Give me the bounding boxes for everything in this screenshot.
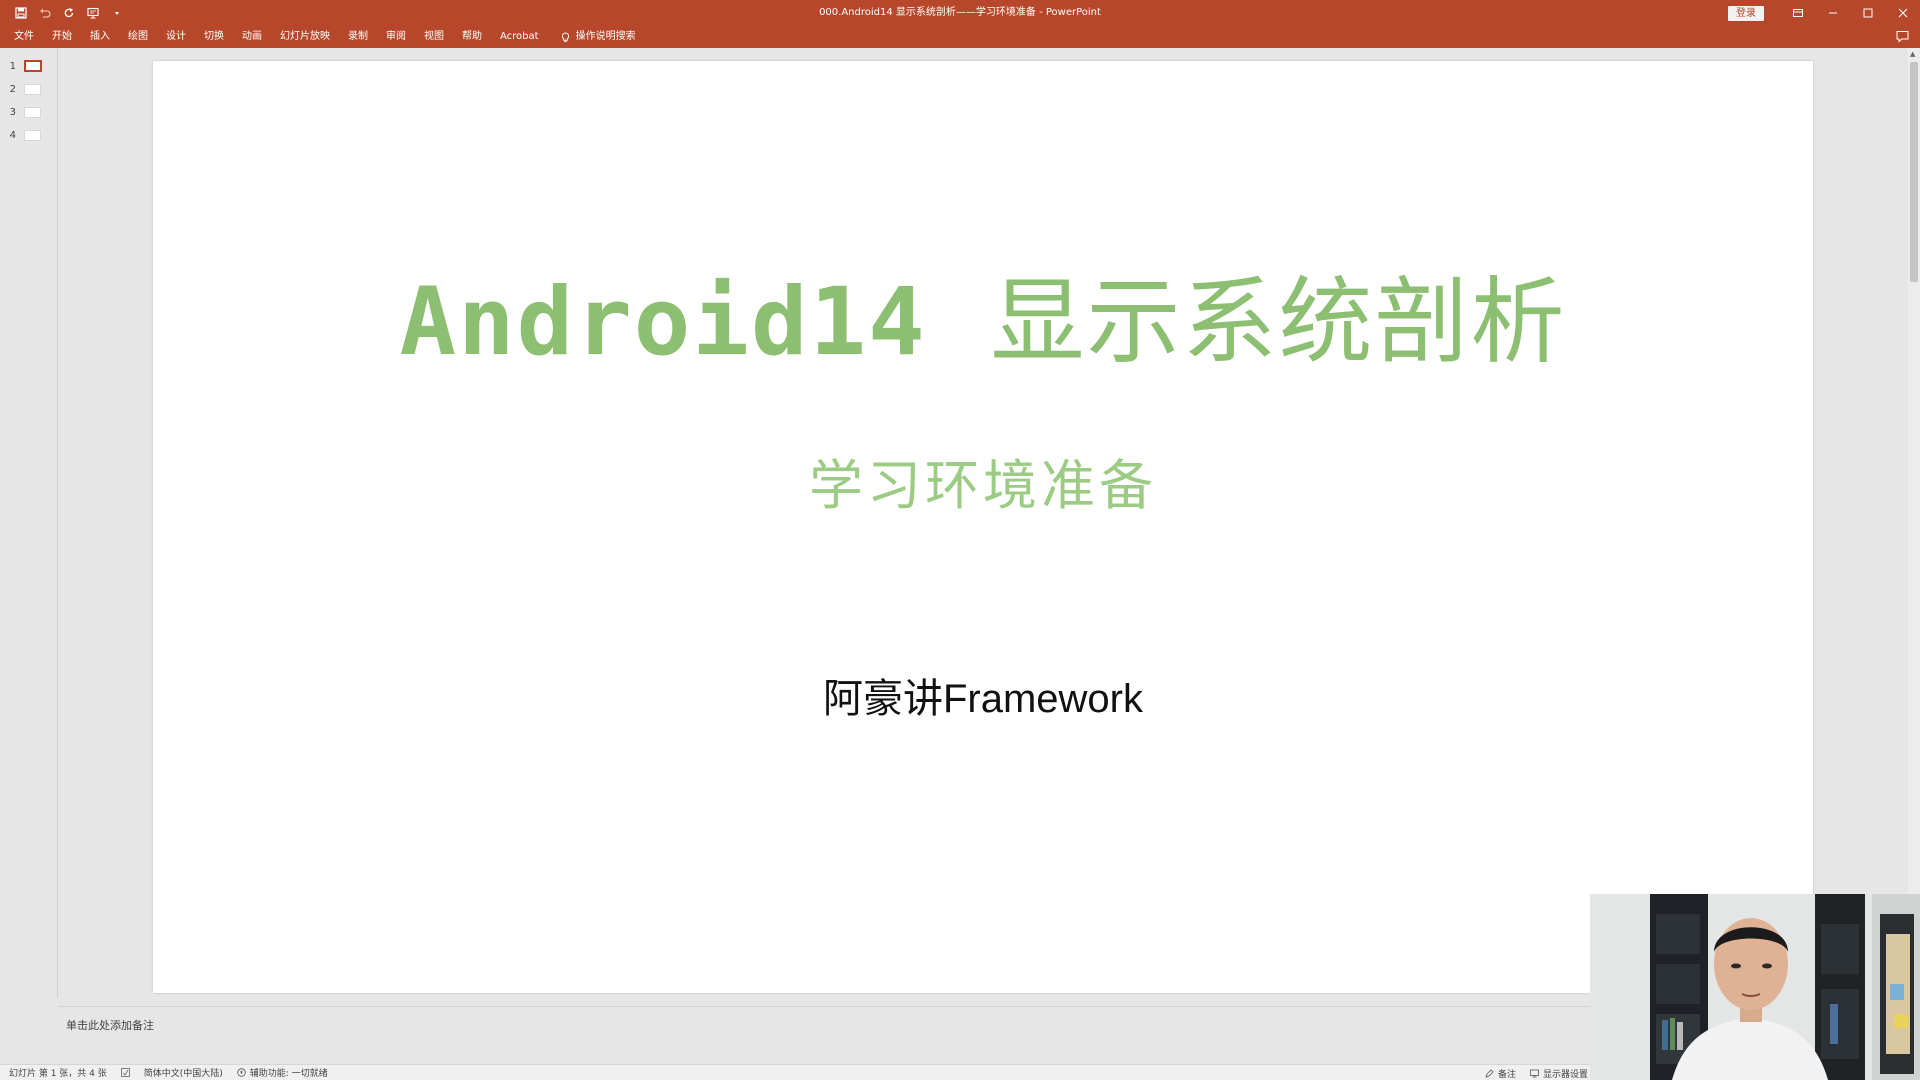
close-icon[interactable] xyxy=(1885,0,1920,26)
tell-me-label: 操作说明搜索 xyxy=(575,31,636,42)
undo-icon[interactable] xyxy=(38,6,52,20)
vertical-scrollbar[interactable]: ▲ xyxy=(1908,48,1920,998)
slide-thumbnail[interactable]: 1 xyxy=(0,56,58,76)
lightbulb-icon xyxy=(561,31,569,42)
slide-number: 4 xyxy=(9,129,16,141)
comments-icon[interactable] xyxy=(1896,30,1910,44)
tab-home[interactable]: 开始 xyxy=(43,26,81,48)
scrollbar-thumb[interactable] xyxy=(1910,62,1918,282)
slide-number: 2 xyxy=(9,83,16,95)
tab-record[interactable]: 录制 xyxy=(339,26,377,48)
slide-title-english: Android14 xyxy=(399,268,927,377)
tab-insert[interactable]: 插入 xyxy=(81,26,119,48)
present-icon[interactable] xyxy=(86,6,100,20)
tab-help[interactable]: 帮助 xyxy=(453,26,491,48)
tell-me-search[interactable]: 操作说明搜索 xyxy=(548,26,636,48)
slide-count-status: 幻灯片 第 1 张，共 4 张 xyxy=(9,1069,107,1079)
slide-thumbnails-pane: 1 2 3 4 xyxy=(0,48,58,998)
tab-design[interactable]: 设计 xyxy=(157,26,195,48)
slide-thumbnail[interactable]: 3 xyxy=(0,102,58,122)
tab-slideshow[interactable]: 幻灯片放映 xyxy=(271,26,339,48)
slide-author[interactable]: 阿豪讲Framework xyxy=(153,666,1813,724)
ribbon-display-options-icon[interactable] xyxy=(1780,0,1815,26)
tab-file[interactable]: 文件 xyxy=(0,26,43,48)
save-icon[interactable] xyxy=(14,6,28,20)
slide-thumbnail-preview xyxy=(24,60,42,72)
notes-placeholder: 单击此处添加备注 xyxy=(66,1019,154,1032)
webcam-overlay xyxy=(1590,894,1920,1080)
customize-qat-icon[interactable] xyxy=(110,6,124,20)
redo-icon[interactable] xyxy=(62,6,76,20)
presenter-video-image xyxy=(1590,894,1920,1080)
tab-review[interactable]: 审阅 xyxy=(377,26,415,48)
notes-toggle-button[interactable]: 备注 xyxy=(1476,1067,1523,1080)
tab-animations[interactable]: 动画 xyxy=(233,26,271,48)
slide-canvas[interactable]: Android14 显示系统剖析 学习环境准备 阿豪讲Framework xyxy=(153,61,1813,993)
slide-thumbnail[interactable]: 2 xyxy=(0,79,58,99)
slide-title-chinese: 显示系统剖析 xyxy=(990,268,1567,377)
quick-access-toolbar xyxy=(0,0,124,26)
slide-thumbnail-preview xyxy=(24,129,41,141)
tab-acrobat[interactable]: Acrobat xyxy=(491,26,548,48)
minimize-icon[interactable] xyxy=(1815,0,1850,26)
slide-thumbnail[interactable]: 4 xyxy=(0,125,58,145)
accessibility-label: 辅助功能: 一切就绪 xyxy=(249,1069,328,1079)
slide-title[interactable]: Android14 显示系统剖析 xyxy=(153,246,1813,382)
slide-thumbnail-preview xyxy=(24,83,41,95)
slide-thumbnail-preview xyxy=(24,106,41,118)
document-title: 000.Android14 显示系统剖析——学习环境准备 - PowerPoin… xyxy=(819,7,1101,18)
slide-number: 3 xyxy=(9,106,16,118)
accessibility-status[interactable]: 辅助功能: 一切就绪 xyxy=(230,1066,335,1079)
tab-draw[interactable]: 绘图 xyxy=(119,26,157,48)
language-status[interactable]: 简体中文(中国大陆) xyxy=(137,1066,230,1079)
maximize-icon[interactable] xyxy=(1850,0,1885,26)
title-bar: 000.Android14 显示系统剖析——学习环境准备 - PowerPoin… xyxy=(0,0,1920,26)
scroll-up-icon[interactable]: ▲ xyxy=(1910,50,1918,58)
ribbon-tabs: 文件 开始 插入 绘图 设计 切换 动画 幻灯片放映 录制 审阅 视图 帮助 A… xyxy=(0,26,1920,48)
monitor-icon xyxy=(1530,1069,1539,1077)
slide-number: 1 xyxy=(9,60,16,72)
display-settings-button[interactable]: 显示器设置 xyxy=(1523,1067,1595,1080)
spelling-check-icon[interactable] xyxy=(114,1068,137,1077)
accessibility-icon xyxy=(237,1068,246,1077)
tab-view[interactable]: 视图 xyxy=(415,26,453,48)
notes-icon xyxy=(1485,1068,1494,1078)
slide-subtitle[interactable]: 学习环境准备 xyxy=(153,441,1813,520)
notes-toggle-label: 备注 xyxy=(1497,1069,1516,1080)
tab-transitions[interactable]: 切换 xyxy=(195,26,233,48)
login-button[interactable]: 登录 xyxy=(1728,5,1764,21)
display-settings-label: 显示器设置 xyxy=(1542,1069,1588,1080)
